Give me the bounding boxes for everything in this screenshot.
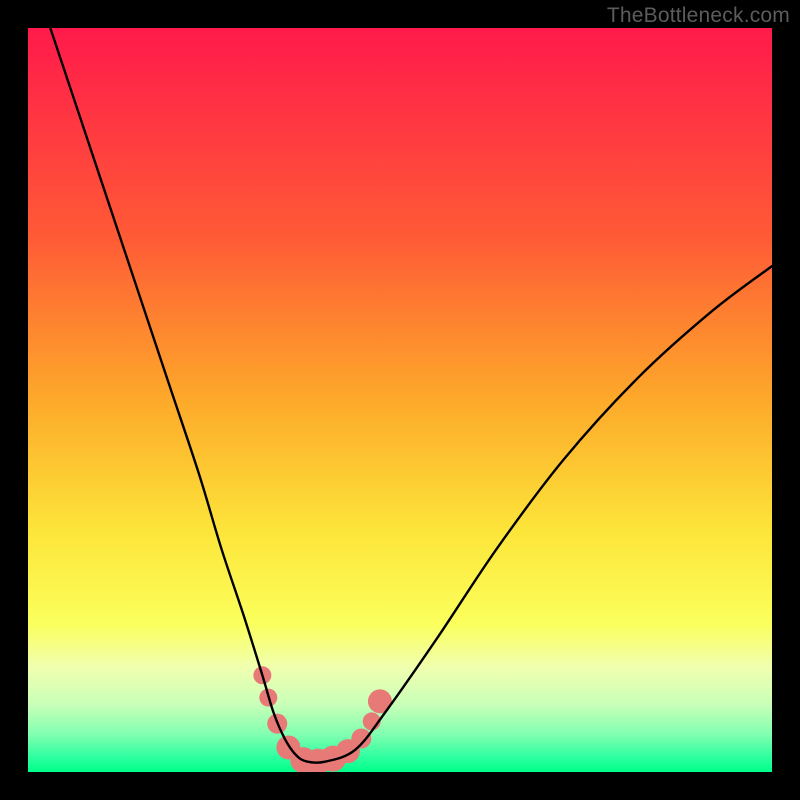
- gradient-background: [28, 28, 772, 772]
- chart-frame: [28, 28, 772, 772]
- chart-svg: [28, 28, 772, 772]
- watermark-text: TheBottleneck.com: [607, 4, 790, 28]
